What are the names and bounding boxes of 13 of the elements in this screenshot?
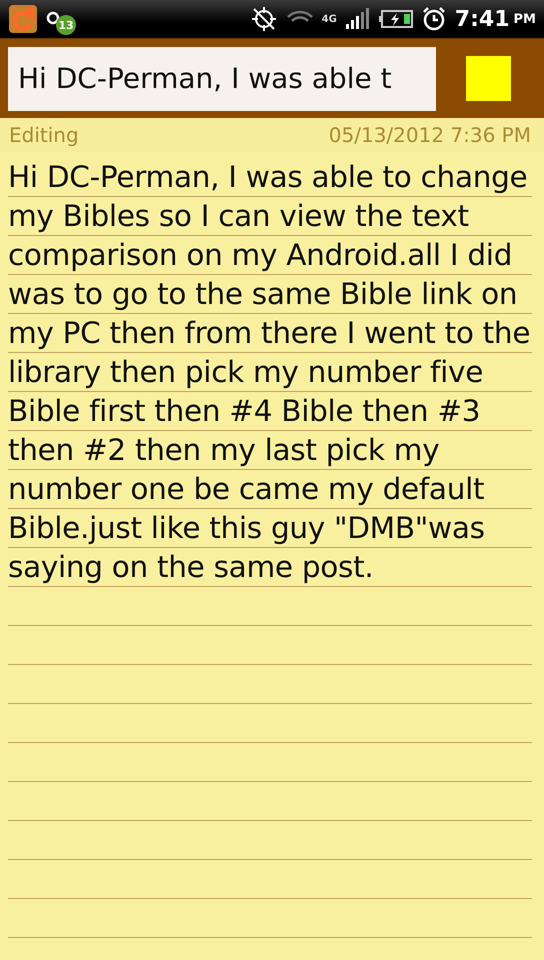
- battery-icon: [378, 10, 413, 28]
- gps-off-icon: [250, 5, 278, 33]
- network-type: 4G: [322, 14, 337, 24]
- signal-icon: [344, 8, 371, 30]
- timestamp: 05/13/2012 7:36 PM: [328, 123, 531, 147]
- mode-label: Editing: [9, 123, 79, 147]
- clock-meridiem: PM: [514, 12, 536, 26]
- title-field[interactable]: Hi DC-Perman, I was able t: [8, 46, 436, 110]
- alarm-icon: [420, 6, 447, 32]
- clock-time: 7:41: [454, 6, 510, 32]
- app-icon[interactable]: [8, 4, 38, 34]
- color-swatch[interactable]: [466, 56, 511, 101]
- notification-badge: 13: [56, 15, 76, 35]
